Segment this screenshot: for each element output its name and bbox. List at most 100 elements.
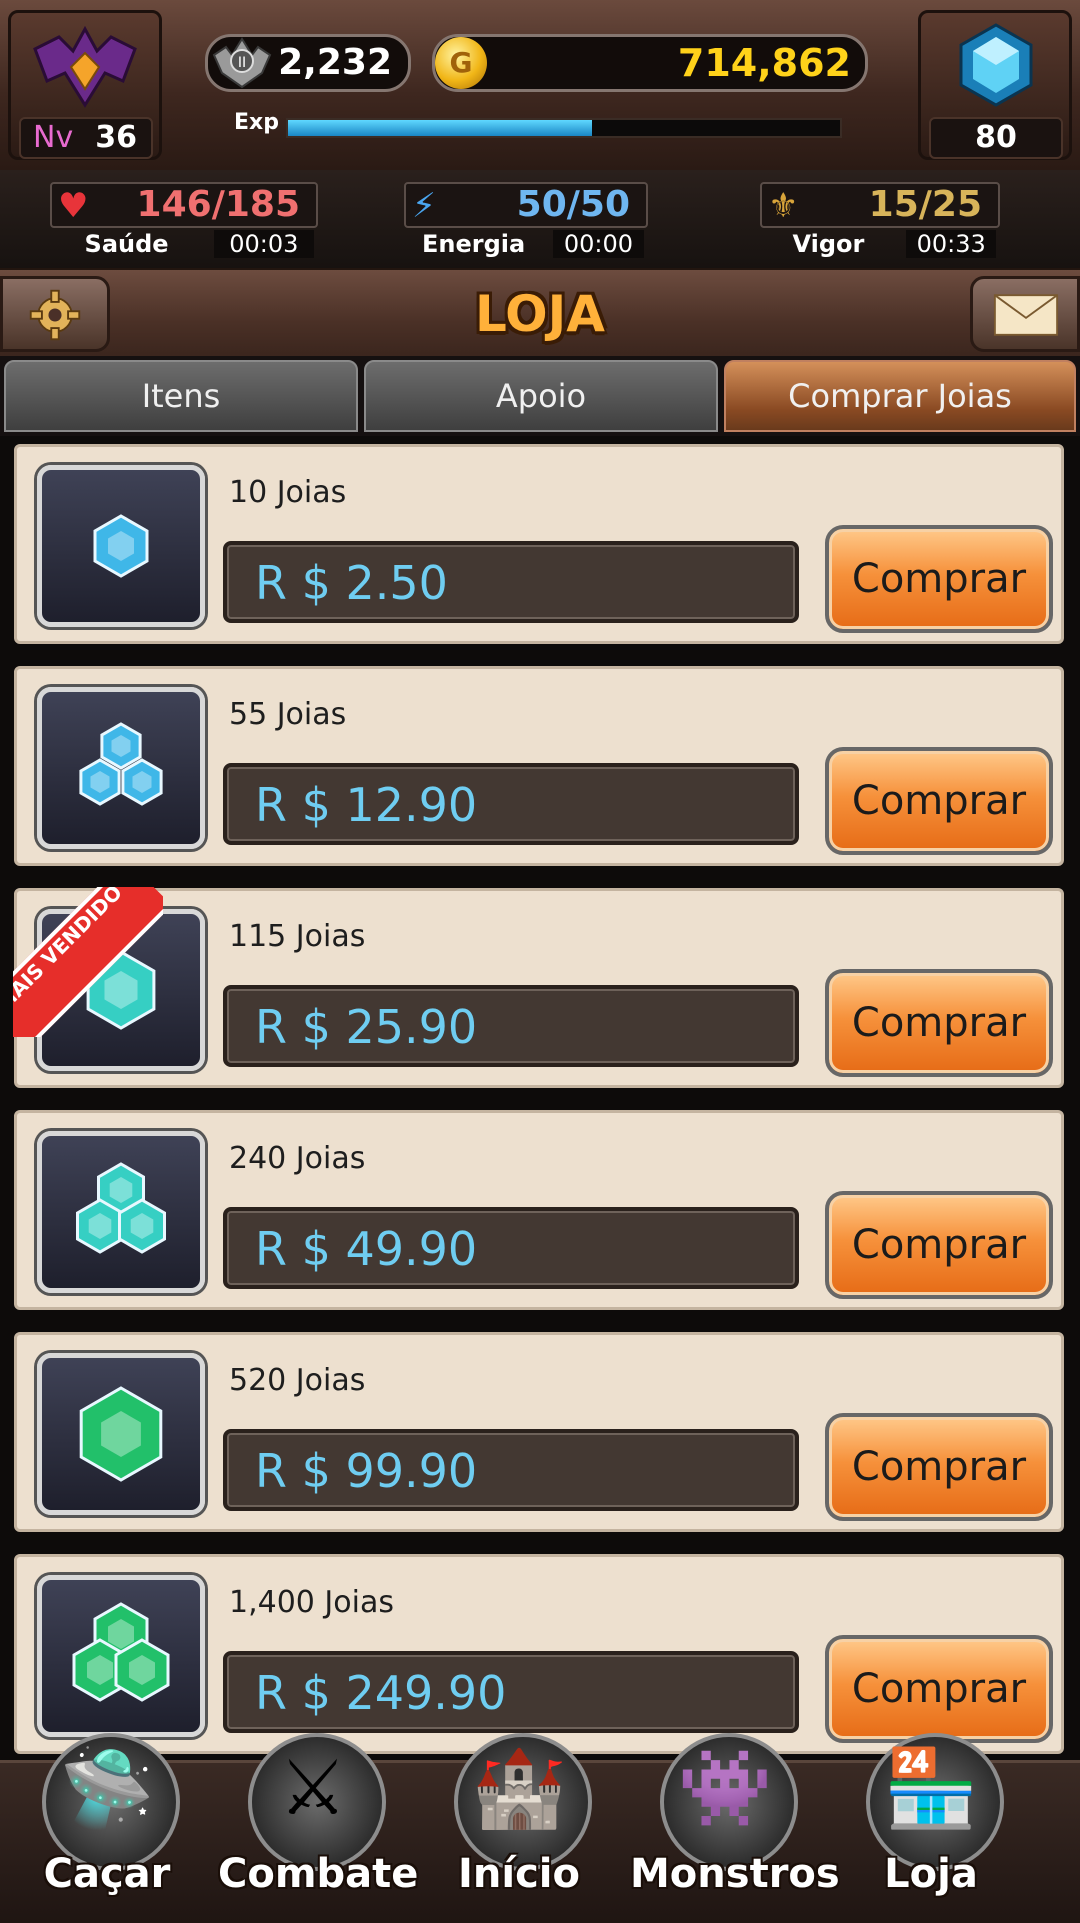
gem-offer-card: 1,400 Joias R $ 249.90 Comprar bbox=[14, 1554, 1064, 1754]
price-box: R $ 99.90 bbox=[223, 1429, 799, 1511]
best-seller-ribbon: MAIS VENDIDO bbox=[13, 887, 163, 1037]
nav-label: Monstros bbox=[630, 1851, 840, 1897]
stats-row: ♥ 146/185 Saúde 00:03 ⚡ 50/50 Energia 00… bbox=[0, 170, 1080, 268]
buy-button[interactable]: Comprar bbox=[825, 1413, 1053, 1521]
castle-icon: 🏰 bbox=[471, 1743, 567, 1832]
gem-pack-icon bbox=[93, 514, 149, 578]
health-bar: ♥ 146/185 bbox=[50, 182, 318, 228]
settings-button[interactable] bbox=[0, 276, 110, 352]
gem-value: 80 bbox=[929, 117, 1063, 159]
energy-label: Energia bbox=[421, 230, 526, 258]
page-title: LOJA bbox=[475, 285, 605, 343]
vigor-label: Vigor bbox=[792, 230, 865, 258]
shop-tabs: Itens Apoio Comprar Joias bbox=[0, 356, 1080, 436]
energy-timer: 00:00 bbox=[552, 230, 644, 258]
gem-pack-icon bbox=[76, 1162, 166, 1254]
gem-pack-icon bbox=[79, 722, 163, 806]
energy-icon: ⚡ bbox=[412, 186, 436, 226]
price-box: R $ 25.90 bbox=[223, 985, 799, 1067]
hunt-icon: 🛸 bbox=[59, 1743, 155, 1832]
price-box: R $ 12.90 bbox=[223, 763, 799, 845]
gem-quantity: 240 Joias bbox=[229, 1141, 366, 1176]
heart-icon: ♥ bbox=[58, 186, 89, 226]
vigor-bar: ⚜ 15/25 bbox=[760, 182, 1000, 228]
gem-pack-thumbnail bbox=[37, 1575, 205, 1737]
price-box: R $ 249.90 bbox=[223, 1651, 799, 1733]
rank-value: 2,232 bbox=[278, 42, 392, 83]
gem-balance-box[interactable]: 80 bbox=[918, 10, 1072, 160]
nav-item-combate[interactable]: ⚔ Combate bbox=[218, 1733, 418, 1923]
health-timer: 00:03 bbox=[213, 230, 314, 258]
rank-emblem-icon: II bbox=[212, 37, 272, 89]
gem-pack-thumbnail bbox=[37, 687, 205, 849]
health-stat: ♥ 146/185 Saúde 00:03 bbox=[50, 182, 318, 258]
rank-counter: II 2,232 bbox=[205, 34, 411, 92]
gem-offer-list[interactable]: 10 Joias R $ 2.50 Comprar 55 Joias R $ 12.90… bbox=[0, 436, 1080, 1760]
price-value: R $ 12.90 bbox=[255, 778, 478, 832]
nav-item-monstros[interactable]: 👾 Monstros bbox=[630, 1733, 840, 1923]
tab-apoio[interactable]: Apoio bbox=[364, 360, 718, 432]
exp-progress-fill bbox=[288, 120, 592, 136]
buy-button[interactable]: Comprar bbox=[825, 747, 1053, 855]
tab-itens[interactable]: Itens bbox=[4, 360, 358, 432]
gem-quantity: 520 Joias bbox=[229, 1363, 366, 1398]
envelope-icon bbox=[993, 294, 1059, 336]
gem-pack-thumbnail bbox=[37, 465, 205, 627]
buy-button[interactable]: Comprar bbox=[825, 969, 1053, 1077]
gold-coin-icon: G bbox=[435, 37, 487, 89]
vigor-icon: ⚜ bbox=[768, 186, 799, 226]
gold-counter: G 714,862 bbox=[432, 34, 868, 92]
price-value: R $ 49.90 bbox=[255, 1222, 478, 1276]
price-value: R $ 2.50 bbox=[255, 556, 448, 610]
best-seller-label: MAIS VENDIDO bbox=[13, 887, 163, 1037]
bat-avatar-icon bbox=[33, 25, 137, 108]
vigor-timer: 00:33 bbox=[906, 230, 996, 258]
gem-offer-card: 240 Joias R $ 49.90 Comprar bbox=[14, 1110, 1064, 1310]
price-value: R $ 99.90 bbox=[255, 1444, 478, 1498]
nav-item-caar[interactable]: 🛸 Caçar bbox=[12, 1733, 202, 1923]
price-value: R $ 249.90 bbox=[255, 1666, 507, 1720]
nav-item-loja[interactable]: 🏪 Loja bbox=[836, 1733, 1026, 1923]
level-label: Nv bbox=[33, 120, 74, 155]
gem-offer-card: 55 Joias R $ 12.90 Comprar bbox=[14, 666, 1064, 866]
health-value: 146/185 bbox=[136, 184, 300, 225]
price-value: R $ 25.90 bbox=[255, 1000, 478, 1054]
gem-pack-thumbnail bbox=[37, 1353, 205, 1515]
mail-button[interactable] bbox=[970, 276, 1080, 352]
price-box: R $ 2.50 bbox=[223, 541, 799, 623]
player-level-box[interactable]: Nv 36 bbox=[8, 10, 162, 160]
vigor-stat: ⚜ 15/25 Vigor 00:33 bbox=[760, 182, 1000, 258]
gem-quantity: 55 Joias bbox=[229, 697, 347, 732]
bottom-navigation: 🛸 Caçar ⚔ Combate 🏰 Início 👾 Monstros 🏪 Loja bbox=[0, 1733, 1080, 1923]
price-box: R $ 49.90 bbox=[223, 1207, 799, 1289]
buy-button[interactable]: Comprar bbox=[825, 1191, 1053, 1299]
gold-value: 714,862 bbox=[677, 41, 851, 85]
exp-progress-bar bbox=[286, 118, 842, 138]
gem-quantity: 1,400 Joias bbox=[229, 1585, 394, 1620]
monster-icon: 👾 bbox=[677, 1743, 773, 1832]
combat-icon: ⚔ bbox=[278, 1743, 348, 1832]
gem-icon bbox=[959, 23, 1033, 107]
buy-button[interactable]: Comprar bbox=[825, 1635, 1053, 1743]
shop-icon: 🏪 bbox=[883, 1743, 979, 1832]
tab-comprar-joias[interactable]: Comprar Joias bbox=[724, 360, 1076, 432]
gem-quantity: 10 Joias bbox=[229, 475, 347, 510]
gem-pack-thumbnail bbox=[37, 1131, 205, 1293]
gem-pack-icon bbox=[79, 1386, 163, 1482]
gem-pack-icon bbox=[72, 1602, 170, 1702]
level-badge: Nv 36 bbox=[19, 117, 153, 159]
energy-value: 50/50 bbox=[516, 184, 630, 225]
vigor-value: 15/25 bbox=[868, 184, 982, 225]
energy-stat: ⚡ 50/50 Energia 00:00 bbox=[404, 182, 648, 258]
top-status-bar: Nv 36 II 2,232 G 714,862 Exp 80 bbox=[0, 0, 1080, 173]
svg-text:II: II bbox=[238, 55, 246, 71]
gem-offer-card: 10 Joias R $ 2.50 Comprar bbox=[14, 444, 1064, 644]
gear-icon bbox=[29, 289, 81, 341]
buy-button[interactable]: Comprar bbox=[825, 525, 1053, 633]
level-value: 36 bbox=[95, 120, 137, 155]
page-header: LOJA bbox=[0, 268, 1080, 360]
gem-offer-card: 115 Joias R $ 25.90 Comprar MAIS VENDIDO bbox=[13, 887, 1064, 1088]
nav-label: Loja bbox=[884, 1851, 978, 1897]
energy-bar: ⚡ 50/50 bbox=[404, 182, 648, 228]
nav-item-incio[interactable]: 🏰 Início bbox=[424, 1733, 614, 1923]
